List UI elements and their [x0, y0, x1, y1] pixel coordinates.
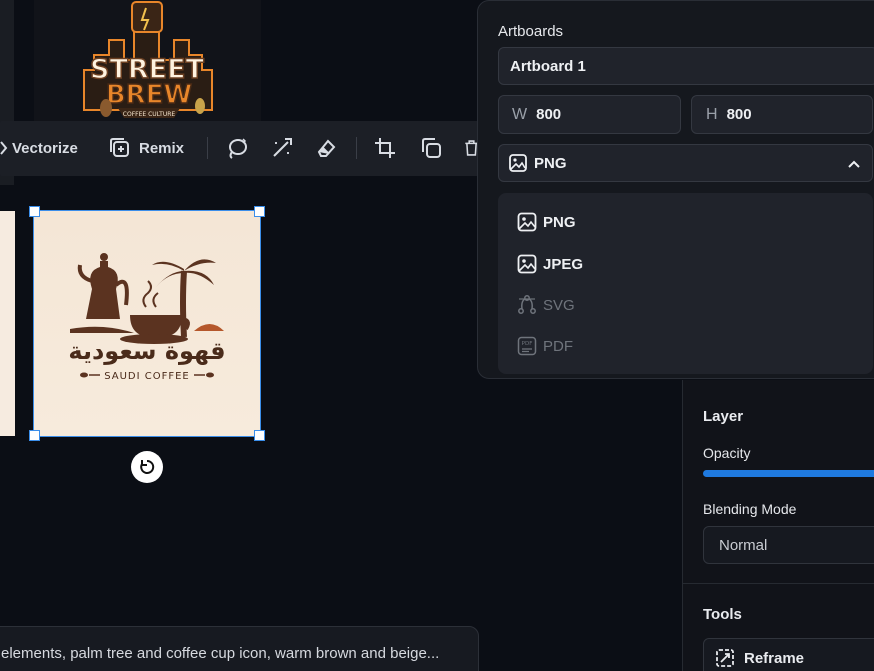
crop-icon — [375, 138, 395, 158]
format-option-label: PNG — [543, 213, 576, 231]
blending-mode-select[interactable]: Normal — [703, 526, 874, 564]
rotate-icon — [140, 459, 155, 474]
reframe-label: Reframe — [744, 649, 805, 667]
toolbar-divider — [207, 137, 208, 159]
crop-button[interactable] — [373, 136, 397, 160]
svg-text:PDF: PDF — [522, 341, 533, 347]
width-input[interactable]: W 800 — [498, 95, 681, 134]
format-select[interactable]: PNG — [498, 144, 873, 182]
image-icon — [517, 212, 537, 232]
properties-panel: Layer Opacity Blending Mode Normal Tools… — [682, 380, 874, 671]
panel-divider — [683, 583, 874, 584]
artboards-label: Artboards — [498, 23, 564, 40]
chevron-up-icon — [848, 160, 860, 168]
height-value: 800 — [726, 106, 752, 123]
eraser-icon — [317, 139, 336, 157]
format-option-label: PDF — [543, 337, 573, 355]
remix-icon — [110, 138, 129, 157]
format-option-label: JPEG — [543, 255, 584, 273]
vectorize-icon — [0, 141, 8, 155]
pdf-file-icon: PDF — [517, 336, 537, 356]
format-option-svg: SVG — [517, 295, 575, 315]
rotate-button[interactable] — [131, 451, 163, 483]
opacity-label: Opacity — [703, 445, 751, 461]
street-brew-logo: STREET BREW COFFEE CULTURE — [34, 0, 261, 130]
reframe-button[interactable]: Reframe — [703, 638, 874, 671]
street-brew-logo-artwork[interactable]: STREET BREW COFFEE CULTURE — [34, 0, 261, 130]
resize-handle-bottom-left[interactable] — [29, 430, 40, 441]
duplicate-icon — [422, 138, 441, 158]
artboard-select[interactable]: Artboard 1 — [498, 47, 874, 85]
prompt-text: elements, palm tree and coffee cup icon,… — [1, 645, 440, 662]
format-value: PNG — [534, 154, 567, 172]
vector-path-icon — [518, 295, 536, 314]
height-prefix: H — [706, 105, 718, 123]
lasso-tool-button[interactable] — [225, 136, 249, 160]
image-icon — [509, 154, 527, 172]
format-option-png[interactable]: PNG — [517, 212, 576, 232]
logo-tagline: COFFEE CULTURE — [123, 111, 176, 118]
english-title: SAUDI COFFEE — [104, 371, 190, 382]
eraser-button[interactable] — [314, 136, 338, 160]
duplicate-button[interactable] — [419, 136, 443, 160]
width-prefix: W — [512, 105, 528, 123]
image-toolbar: Vectorize Remix — [0, 121, 480, 176]
logo-line2: BREW — [106, 80, 192, 110]
opacity-slider[interactable] — [703, 470, 874, 477]
magic-wand-button[interactable] — [270, 136, 294, 160]
prompt-input[interactable]: elements, palm tree and coffee cup icon,… — [0, 626, 479, 671]
format-option-pdf: PDF PDF — [517, 336, 573, 356]
image-icon — [517, 254, 537, 274]
magic-wand-icon — [273, 138, 292, 157]
format-dropdown-list: PNG JPEG SVG PDF PDF — [498, 193, 873, 374]
export-popover: Artboards Artboard 1 W 800 H 800 PNG PNG — [477, 0, 874, 379]
height-input[interactable]: H 800 — [691, 95, 873, 134]
blending-mode-label: Blending Mode — [703, 501, 797, 517]
width-value: 800 — [536, 106, 562, 123]
format-option-jpeg[interactable]: JPEG — [517, 254, 583, 274]
resize-handle-top-right[interactable] — [254, 206, 265, 217]
remix-button[interactable]: Remix — [109, 137, 184, 159]
remix-label: Remix — [139, 139, 185, 157]
toolbar-divider — [356, 137, 357, 159]
lasso-icon — [229, 138, 247, 159]
vectorize-label: Vectorize — [12, 139, 78, 157]
format-option-label: SVG — [543, 296, 575, 314]
selected-artwork[interactable]: قهوة سعودية SAUDI COFFEE — [33, 210, 261, 437]
vectorize-button[interactable]: Vectorize — [0, 138, 78, 158]
reframe-icon — [716, 649, 734, 667]
artboard-name: Artboard 1 — [510, 57, 586, 75]
adjacent-artwork[interactable] — [0, 211, 15, 436]
arabic-title: قهوة سعودية — [68, 337, 225, 365]
layer-section-title: Layer — [703, 408, 744, 425]
resize-handle-top-left[interactable] — [29, 206, 40, 217]
tools-section-title: Tools — [703, 606, 742, 623]
saudi-coffee-logo: قهوة سعودية SAUDI COFFEE — [68, 253, 226, 382]
resize-handle-bottom-right[interactable] — [254, 430, 265, 441]
blending-mode-value: Normal — [719, 537, 768, 554]
